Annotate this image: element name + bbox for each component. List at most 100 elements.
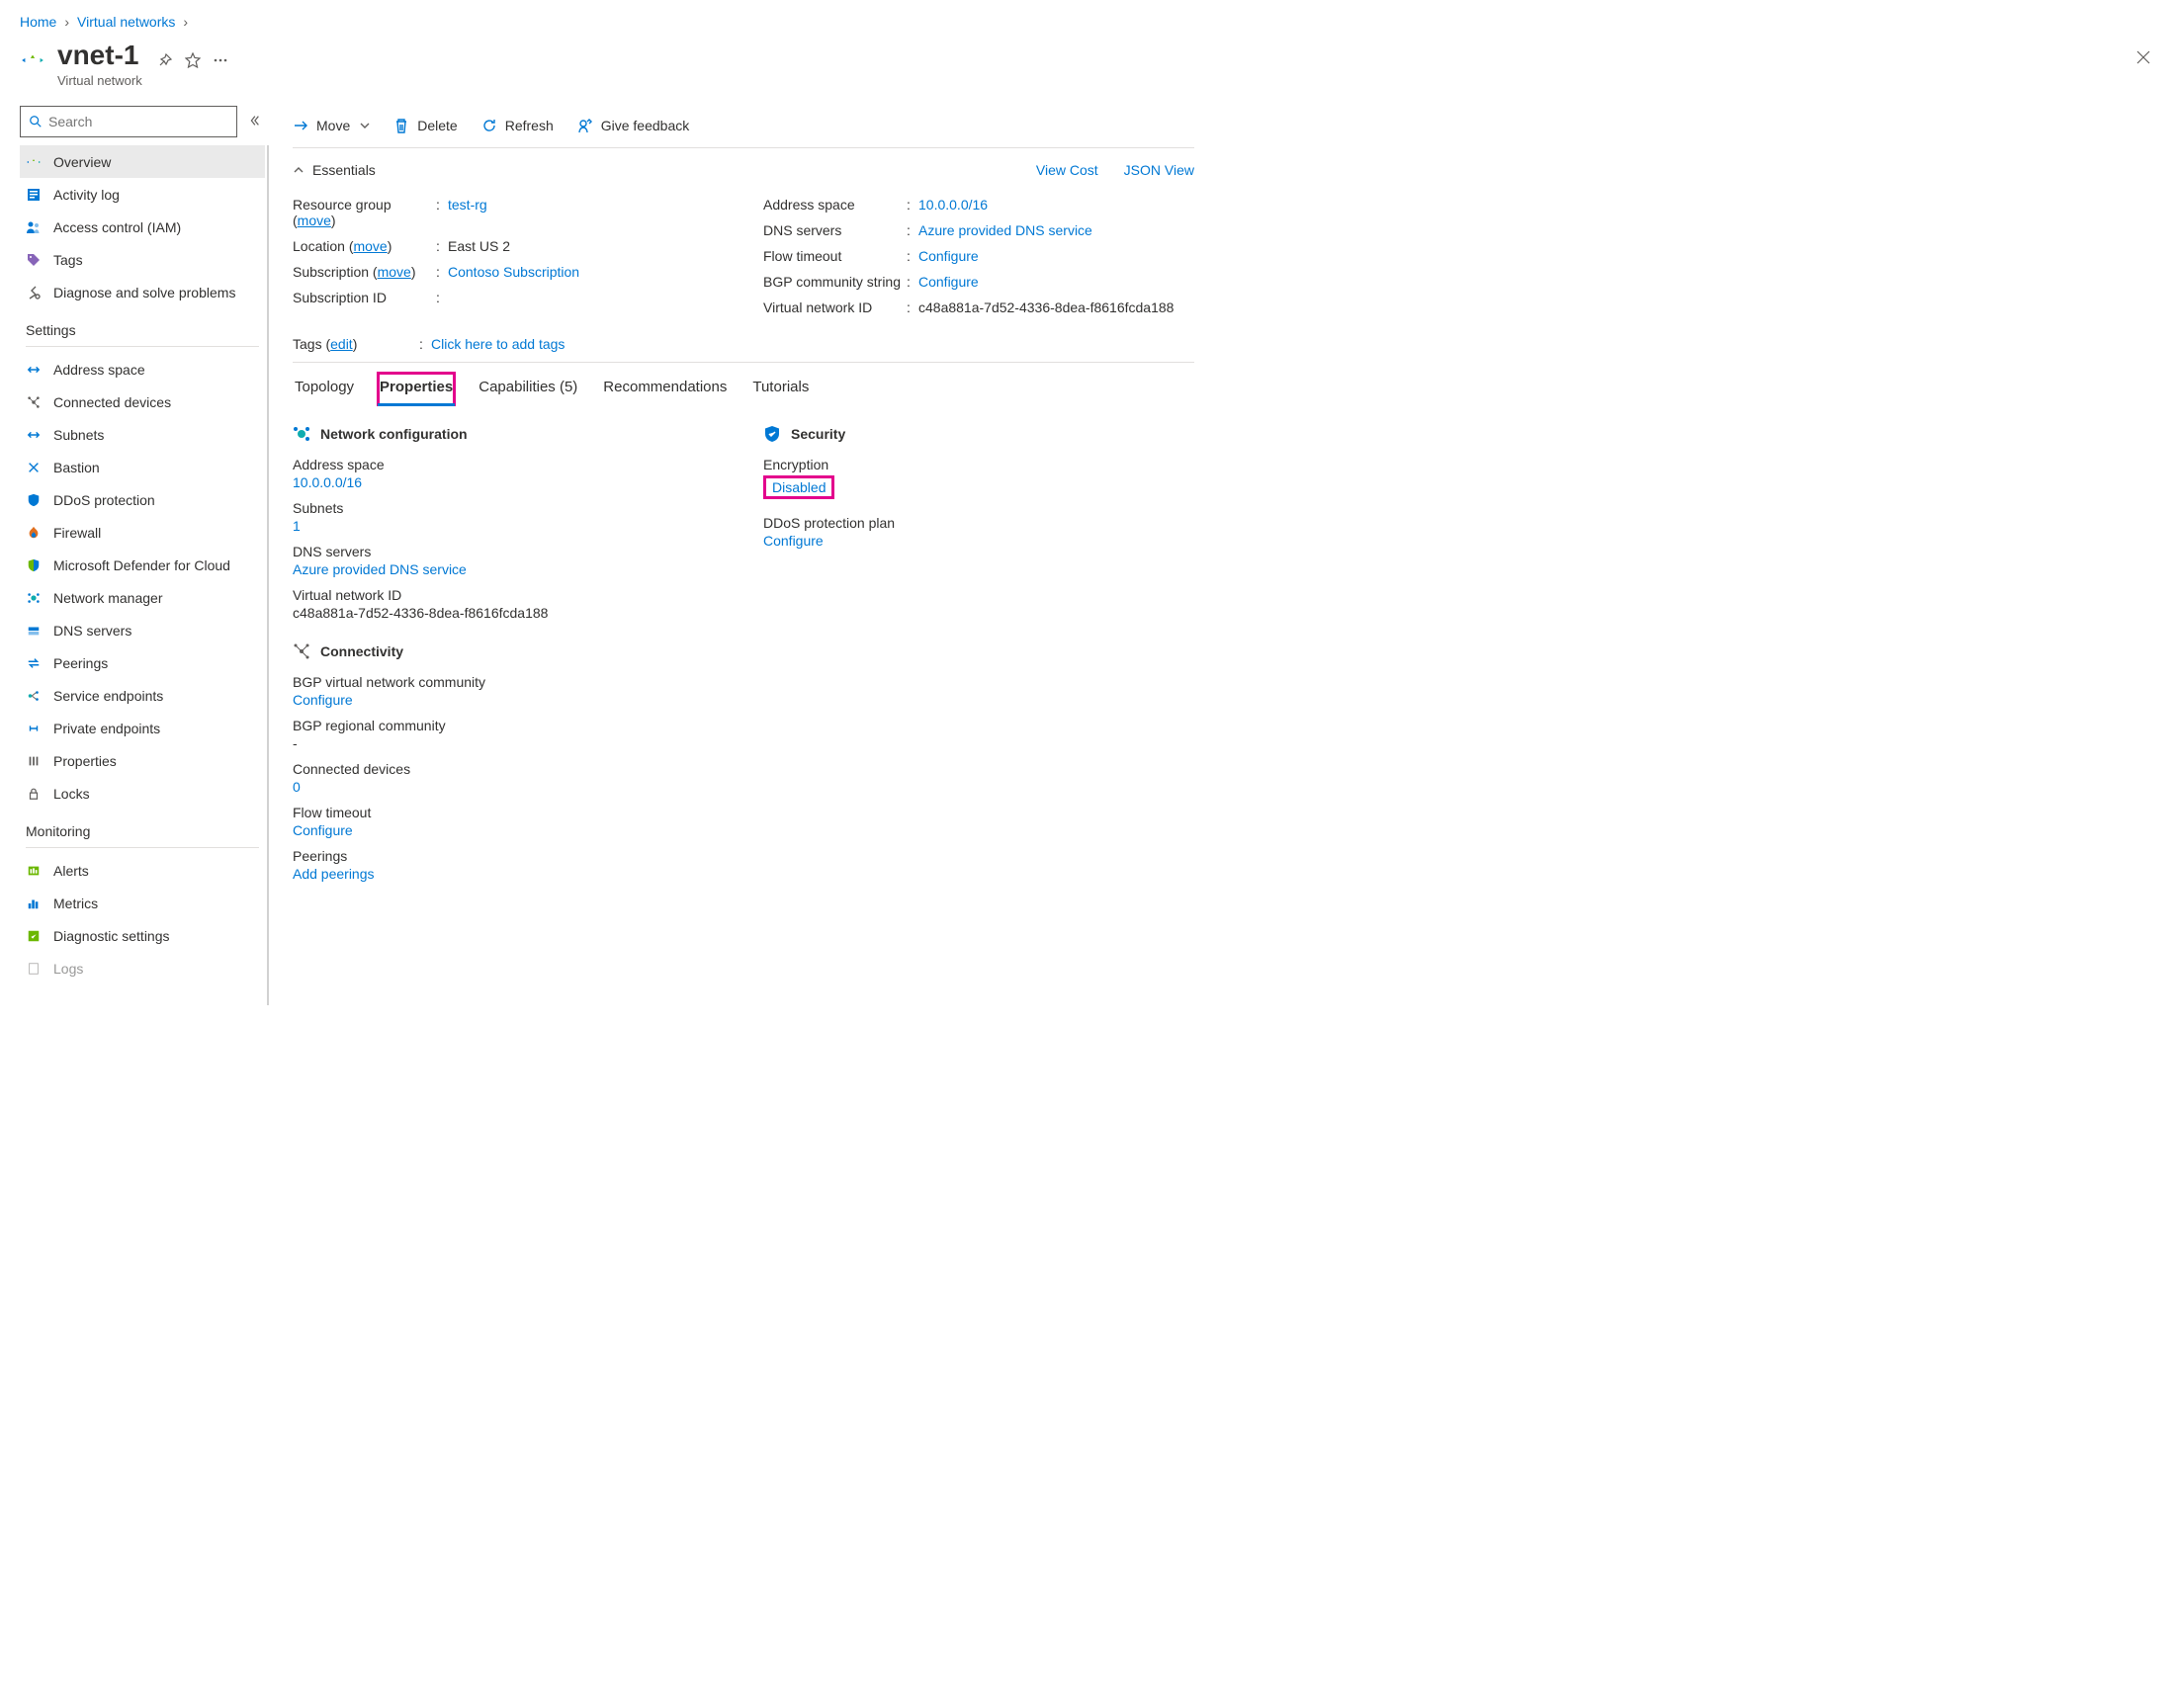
diagnostic-settings-icon <box>26 928 42 944</box>
sidebar-section-settings: Settings <box>20 308 265 353</box>
sidebar-item-label: DNS servers <box>53 623 131 639</box>
logs-icon <box>26 961 42 977</box>
prop-label: DNS servers <box>293 544 724 559</box>
move-icon <box>293 118 308 133</box>
prop-label: Subnets <box>293 500 724 516</box>
sidebar-item-locks[interactable]: Locks <box>20 777 265 810</box>
sidebar-item-activity-log[interactable]: Activity log <box>20 178 265 211</box>
rg-move-link[interactable]: move <box>298 213 331 228</box>
tags-row: Tags (edit) : Click here to add tags <box>293 320 1194 363</box>
prop-encryption[interactable]: Disabled <box>772 479 826 495</box>
resource-group-value[interactable]: test-rg <box>448 197 487 228</box>
prop-address-space[interactable]: 10.0.0.0/16 <box>293 474 724 490</box>
sidebar-item-network-manager[interactable]: Network manager <box>20 581 265 614</box>
chevron-right-icon: › <box>64 14 69 30</box>
sidebar-item-dns-servers[interactable]: DNS servers <box>20 614 265 646</box>
loc-move-link[interactable]: move <box>353 238 387 254</box>
sidebar-item-bastion[interactable]: Bastion <box>20 451 265 483</box>
prop-bgp-vnet[interactable]: Configure <box>293 692 724 708</box>
subscription-value[interactable]: Contoso Subscription <box>448 264 579 280</box>
breadcrumb-home[interactable]: Home <box>20 14 56 30</box>
prop-peerings[interactable]: Add peerings <box>293 866 724 882</box>
metrics-icon <box>26 896 42 911</box>
json-view-link[interactable]: JSON View <box>1124 162 1194 178</box>
close-icon[interactable] <box>2132 45 2155 69</box>
tab-recommendations[interactable]: Recommendations <box>601 373 729 405</box>
prop-subnets[interactable]: 1 <box>293 518 724 534</box>
sidebar-item-ddos[interactable]: DDoS protection <box>20 483 265 516</box>
sidebar-item-service-endpoints[interactable]: Service endpoints <box>20 679 265 712</box>
star-icon[interactable] <box>184 51 202 69</box>
prop-label: Connected devices <box>293 761 724 777</box>
tab-capabilities[interactable]: Capabilities (5) <box>477 373 579 405</box>
collapse-icon[interactable] <box>247 114 263 129</box>
service-endpoints-icon <box>26 688 42 704</box>
sidebar-item-connected-devices[interactable]: Connected devices <box>20 385 265 418</box>
search-field[interactable] <box>48 114 228 129</box>
prop-label: BGP regional community <box>293 718 724 733</box>
page-title: vnet-1 <box>57 40 138 70</box>
essentials-toggle[interactable]: Essentials View Cost JSON View <box>293 148 1194 188</box>
sidebar-item-private-endpoints[interactable]: Private endpoints <box>20 712 265 744</box>
sidebar-item-peerings[interactable]: Peerings <box>20 646 265 679</box>
main-content: Move Delete Refresh Give feedback Essent… <box>269 100 1218 1005</box>
sidebar-item-firewall[interactable]: Firewall <box>20 516 265 549</box>
delete-button[interactable]: Delete <box>393 118 457 133</box>
move-button[interactable]: Move <box>293 118 370 133</box>
sidebar-item-diagnostic-settings[interactable]: Diagnostic settings <box>20 919 265 952</box>
prop-label: BGP virtual network community <box>293 674 724 690</box>
sidebar-section-monitoring: Monitoring <box>20 810 265 854</box>
tab-properties[interactable]: Properties <box>378 373 455 405</box>
sidebar-item-properties[interactable]: Properties <box>20 744 265 777</box>
prop-label: Encryption <box>763 457 1194 472</box>
sidebar-item-defender[interactable]: Microsoft Defender for Cloud <box>20 549 265 581</box>
more-icon[interactable] <box>212 51 229 69</box>
network-manager-icon <box>26 590 42 606</box>
security-icon <box>763 425 781 443</box>
chevron-right-icon: › <box>183 14 188 30</box>
refresh-button[interactable]: Refresh <box>481 118 554 133</box>
diagnose-icon <box>26 285 42 300</box>
sidebar-item-address-space[interactable]: Address space <box>20 353 265 385</box>
sidebar-item-overview[interactable]: Overview <box>20 145 265 178</box>
prop-dns[interactable]: Azure provided DNS service <box>293 561 724 577</box>
feedback-button[interactable]: Give feedback <box>577 118 690 133</box>
bgp-value[interactable]: Configure <box>918 274 979 290</box>
sidebar-item-tags[interactable]: Tags <box>20 243 265 276</box>
prop-flow-timeout[interactable]: Configure <box>293 822 724 838</box>
sidebar-item-label: Bastion <box>53 460 100 475</box>
sidebar-item-metrics[interactable]: Metrics <box>20 887 265 919</box>
location-value: East US 2 <box>448 238 510 254</box>
address-space-value[interactable]: 10.0.0.0/16 <box>918 197 988 213</box>
address-space-icon <box>26 362 42 378</box>
sidebar-item-label: Address space <box>53 362 145 378</box>
breadcrumb-vnets[interactable]: Virtual networks <box>77 14 175 30</box>
prop-connected-devices[interactable]: 0 <box>293 779 724 795</box>
sidebar-item-label: Private endpoints <box>53 721 160 736</box>
sidebar-item-label: Service endpoints <box>53 688 163 704</box>
essentials-title: Essentials <box>312 162 376 178</box>
pin-icon[interactable] <box>156 51 174 69</box>
page-header: vnet-1 Virtual network <box>0 40 2175 100</box>
vnet-id-value: c48a881a-7d52-4336-8dea-f8616fcda188 <box>918 299 1174 315</box>
sidebar-item-logs[interactable]: Logs <box>20 952 265 984</box>
tags-edit-link[interactable]: edit <box>330 336 353 352</box>
sidebar-item-diagnose[interactable]: Diagnose and solve problems <box>20 276 265 308</box>
sidebar-item-label: Access control (IAM) <box>53 219 181 235</box>
network-config-icon <box>293 425 310 443</box>
sidebar-item-subnets[interactable]: Subnets <box>20 418 265 451</box>
sub-move-link[interactable]: move <box>378 264 411 280</box>
tags-value[interactable]: Click here to add tags <box>431 336 565 352</box>
dns-value[interactable]: Azure provided DNS service <box>918 222 1092 238</box>
sidebar-item-label: Metrics <box>53 896 98 911</box>
view-cost-link[interactable]: View Cost <box>1036 162 1098 178</box>
delete-icon <box>393 118 409 133</box>
flow-timeout-value[interactable]: Configure <box>918 248 979 264</box>
tab-tutorials[interactable]: Tutorials <box>750 373 811 405</box>
feedback-icon <box>577 118 593 133</box>
prop-ddos[interactable]: Configure <box>763 533 1194 549</box>
sidebar-item-access-control[interactable]: Access control (IAM) <box>20 211 265 243</box>
sidebar-item-alerts[interactable]: Alerts <box>20 854 265 887</box>
tab-topology[interactable]: Topology <box>293 373 356 405</box>
search-input[interactable] <box>20 106 237 137</box>
